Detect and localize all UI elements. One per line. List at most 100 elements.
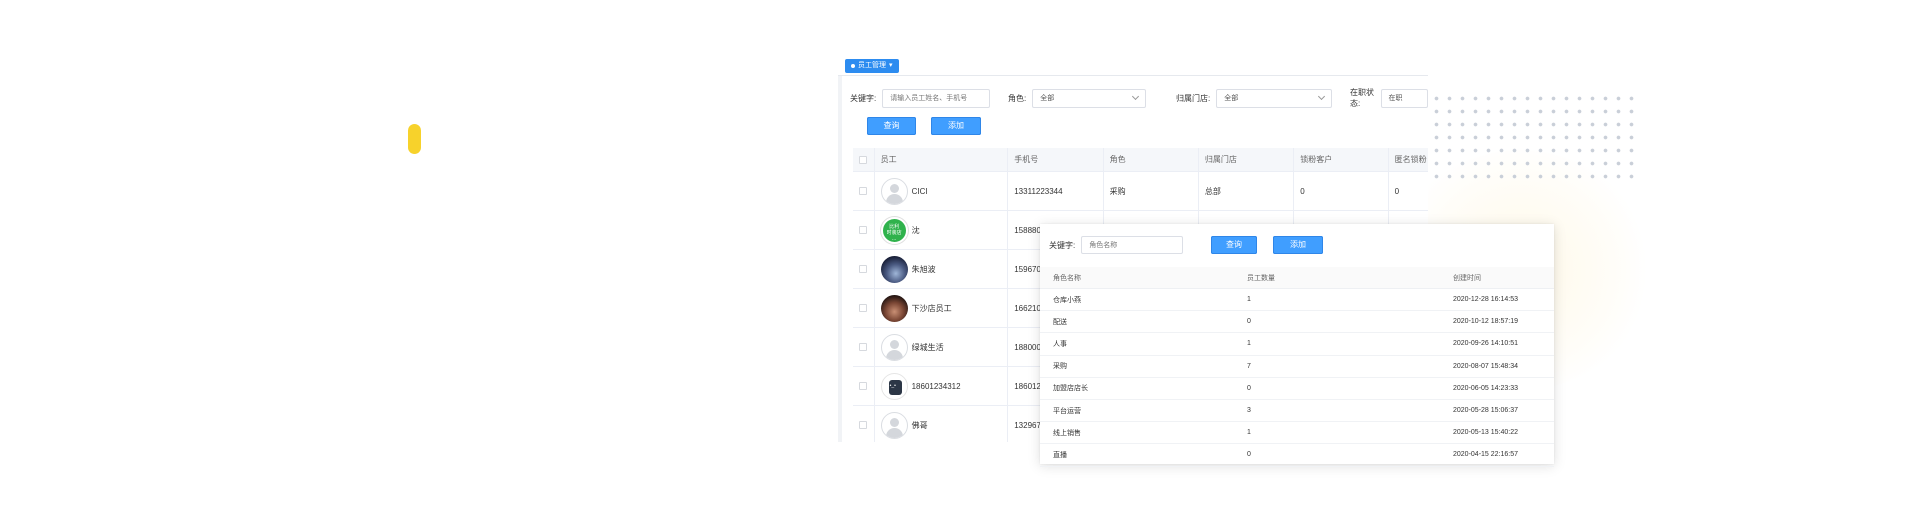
- avatar: [880, 294, 908, 322]
- role-name: 加盟店店长: [1053, 385, 1088, 393]
- role-created: 2020-09-26 14:10:51: [1453, 340, 1518, 348]
- status-select-value: 在职: [1388, 94, 1403, 102]
- column-header: 锁粉客户: [1294, 148, 1389, 171]
- store-select-value: 全部: [1224, 94, 1239, 102]
- chevron-down-icon: [1132, 92, 1140, 101]
- role-count: 1: [1247, 340, 1251, 348]
- employee-role: 采购: [1104, 172, 1199, 210]
- role-table: 角色名称 员工数量 创建时间 仓库小燕 1 2020-12-28 16:14:5…: [1040, 267, 1554, 467]
- role-count: 7: [1247, 362, 1251, 370]
- role-keyword-filter: 关键字:: [1049, 236, 1184, 254]
- role-created: 2020-12-28 16:14:53: [1453, 296, 1518, 304]
- tab-strip: 员工管理 ▾: [838, 56, 1428, 76]
- role-count: 0: [1247, 451, 1251, 459]
- role-count: 1: [1247, 429, 1251, 437]
- role-count: 0: [1247, 318, 1251, 326]
- table-row[interactable]: 人事 1 2020-09-26 14:10:51: [1040, 333, 1554, 356]
- decorative-yellow-pill: [408, 124, 421, 154]
- tab-employee-management[interactable]: 员工管理 ▾: [845, 59, 899, 73]
- employee-clients: 0: [1294, 172, 1389, 210]
- table-row[interactable]: 直播 0 2020-04-15 22:16:57: [1040, 444, 1554, 467]
- employee-name: CICI: [911, 186, 928, 196]
- role-name: 采购: [1053, 363, 1067, 371]
- row-checkbox[interactable]: [859, 382, 868, 390]
- row-checkbox[interactable]: [859, 187, 868, 195]
- left-edge: [838, 76, 842, 442]
- employee-phone: 13311223344: [1008, 172, 1104, 210]
- row-checkbox[interactable]: [859, 265, 868, 273]
- role-created: 2020-10-12 18:57:19: [1453, 318, 1518, 326]
- role-count: 0: [1247, 384, 1251, 392]
- column-header: 角色: [1104, 148, 1199, 171]
- avatar: [880, 411, 908, 439]
- avatar: 比利 时装店 ...: [880, 216, 908, 244]
- avatar: [880, 177, 908, 205]
- keyword-label: 关键字:: [850, 93, 877, 103]
- role-keyword-input[interactable]: [1081, 236, 1184, 254]
- role-created: 2020-04-15 22:16:57: [1453, 451, 1518, 459]
- column-header: 创建时间: [1453, 274, 1481, 282]
- employee-name: 沈: [911, 225, 920, 235]
- avatar: [880, 372, 908, 400]
- employee-store: 总部: [1199, 172, 1295, 210]
- store-label: 归属门店:: [1176, 93, 1211, 103]
- table-row[interactable]: 采购 7 2020-08-07 15:48:34: [1040, 356, 1554, 378]
- employee-table-header: 员工 手机号 角色 归属门店 锁粉客户 匿名锁粉: [853, 148, 1428, 172]
- avatar: [880, 255, 908, 283]
- add-button[interactable]: 添加: [931, 117, 981, 135]
- keyword-filter: 关键字:: [850, 88, 991, 108]
- role-count: 1: [1247, 296, 1251, 304]
- tab-caret-icon[interactable]: ▾: [889, 59, 893, 73]
- select-all-checkbox[interactable]: [859, 155, 868, 164]
- column-header: 手机号: [1008, 148, 1104, 171]
- role-search-button[interactable]: 查询: [1211, 236, 1257, 254]
- role-table-header: 角色名称 员工数量 创建时间: [1040, 267, 1554, 289]
- column-header: 匿名锁粉: [1394, 155, 1427, 164]
- store-filter: 归属门店: 全部: [1176, 88, 1333, 108]
- table-row[interactable]: 加盟店店长 0 2020-06-05 14:23:33: [1040, 378, 1554, 400]
- search-button[interactable]: 查询: [867, 117, 916, 135]
- role-created: 2020-05-13 15:40:22: [1453, 429, 1518, 437]
- row-checkbox[interactable]: [859, 226, 868, 234]
- chevron-down-icon: [1318, 92, 1326, 101]
- decorative-dot-grid: [1430, 92, 1642, 182]
- role-select[interactable]: 全部: [1032, 88, 1147, 108]
- employee-anon: 0: [1394, 186, 1400, 196]
- table-row[interactable]: 仓库小燕 1 2020-12-28 16:14:53: [1040, 289, 1554, 312]
- role-name: 仓库小燕: [1053, 296, 1081, 304]
- role-created: 2020-05-28 15:06:37: [1453, 407, 1518, 415]
- tab-label: 员工管理: [858, 62, 886, 69]
- role-filter: 角色: 全部: [1008, 88, 1147, 108]
- avatar: [880, 333, 908, 361]
- avatar-text: ...: [892, 235, 897, 242]
- column-header: 员工: [875, 148, 1009, 171]
- role-name: 线上销售: [1053, 429, 1081, 437]
- employee-name: 绿城生活: [911, 342, 944, 352]
- role-created: 2020-08-07 15:48:34: [1453, 362, 1518, 370]
- store-select[interactable]: 全部: [1216, 88, 1333, 108]
- row-checkbox[interactable]: [859, 343, 868, 351]
- tab-dot-icon: [851, 64, 855, 68]
- table-row[interactable]: 平台运营 3 2020-05-28 15:06:37: [1040, 400, 1554, 423]
- keyword-input[interactable]: [882, 88, 991, 108]
- role-list-panel: 关键字: 查询 添加 角色名称 员工数量 创建时间 仓库小燕 1 2020-12…: [1040, 224, 1554, 467]
- status-filter: 在职状态: 在职: [1350, 88, 1428, 108]
- table-row[interactable]: 配送 0 2020-10-12 18:57:19: [1040, 311, 1554, 334]
- row-checkbox[interactable]: [859, 421, 868, 429]
- role-count: 3: [1247, 407, 1251, 415]
- table-row[interactable]: CICI 13311223344 采购 总部 0 0: [853, 172, 1428, 211]
- role-name: 直播: [1053, 451, 1067, 459]
- role-created: 2020-06-05 14:23:33: [1453, 384, 1518, 392]
- status-select[interactable]: 在职: [1380, 88, 1428, 108]
- row-checkbox[interactable]: [859, 304, 868, 312]
- status-label: 在职状态:: [1350, 88, 1374, 108]
- role-keyword-label: 关键字:: [1049, 240, 1076, 250]
- employee-name: 朱旭波: [911, 264, 936, 274]
- table-row[interactable]: 线上销售 1 2020-05-13 15:40:22: [1040, 422, 1554, 445]
- role-select-value: 全部: [1040, 94, 1055, 102]
- employee-name: 18601234312: [911, 381, 961, 391]
- role-add-button[interactable]: 添加: [1273, 236, 1323, 254]
- role-name: 人事: [1053, 340, 1067, 348]
- employee-name: 下沙店员工: [911, 303, 952, 313]
- role-name: 平台运营: [1053, 407, 1081, 415]
